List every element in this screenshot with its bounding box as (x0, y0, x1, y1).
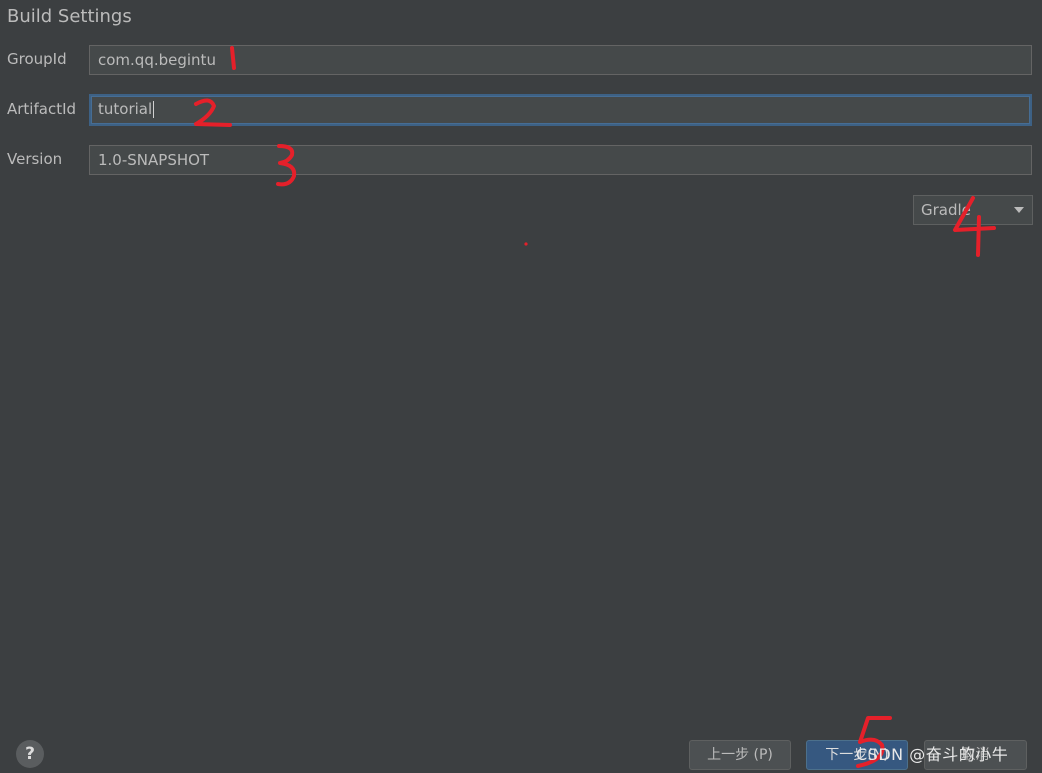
annotation-4 (953, 196, 996, 257)
annotation-2 (194, 98, 232, 127)
handwritten-annotations (194, 46, 996, 768)
annotation-3 (276, 144, 297, 187)
watermark: CSDN @奋斗的小牛 (856, 745, 1009, 764)
red-dot (524, 242, 528, 246)
annotation-1 (230, 46, 236, 70)
